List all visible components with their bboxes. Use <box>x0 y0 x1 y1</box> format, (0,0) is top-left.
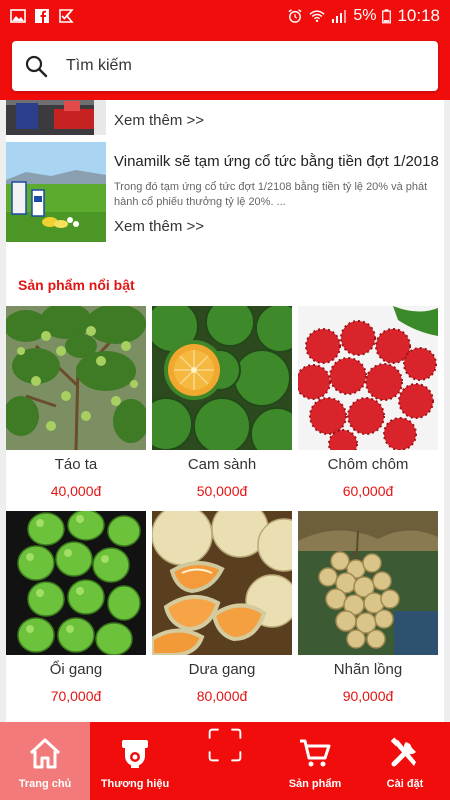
news-thumbnail[interactable] <box>6 100 106 135</box>
news-title[interactable]: Vinamilk sẽ tạm ứng cổ tức bằng tiền đợt… <box>114 153 442 170</box>
nav-label: Cài đặt <box>386 778 424 790</box>
product-name: Nhãn lồng <box>333 661 403 678</box>
product-price: 50,000đ <box>196 483 248 499</box>
product-name: Chôm chôm <box>327 456 409 473</box>
search-icon[interactable] <box>24 54 48 78</box>
news-description: Trong đó tạm ứng cổ tức đợt 1/2108 bằng … <box>114 181 428 208</box>
checkmark-notification-icon <box>59 9 74 23</box>
product-card[interactable]: Ổi gang 70,000đ <box>6 511 146 711</box>
cart-icon <box>300 739 331 767</box>
product-card[interactable]: Dưa gang 80,000đ <box>152 511 292 711</box>
status-left-icons <box>10 9 74 23</box>
bottom-navigation: Trang chủ Thương hiệu Sản phẩm Cài đặt <box>0 722 450 800</box>
nav-products[interactable]: Sản phẩm <box>270 722 360 800</box>
news-thumbnail[interactable] <box>6 142 106 242</box>
product-name: Ổi gang <box>49 661 103 678</box>
search-input[interactable] <box>66 57 386 75</box>
brand-camera-icon <box>122 740 148 768</box>
product-image[interactable] <box>298 306 438 450</box>
product-image[interactable] <box>6 306 146 450</box>
main-content[interactable]: Xem thêm >> Vinamilk sẽ tạm ứng cổ tức b… <box>0 100 450 722</box>
nav-scan[interactable] <box>180 722 270 800</box>
product-image[interactable] <box>298 511 438 655</box>
read-more-link[interactable]: Xem thêm >> <box>114 112 204 129</box>
news-item[interactable]: Vinamilk sẽ tạm ứng cổ tức bằng tiền đợt… <box>6 142 444 242</box>
product-name: Dưa gang <box>188 661 256 678</box>
product-card[interactable]: Nhãn lồng 90,000đ <box>298 511 438 711</box>
product-price: 80,000đ <box>196 688 248 704</box>
product-card[interactable]: Táo ta 40,000đ <box>6 306 146 506</box>
wifi-icon <box>309 10 325 23</box>
signal-icon <box>332 10 347 23</box>
product-card[interactable]: Cam sành 50,000đ <box>152 306 292 506</box>
product-price: 90,000đ <box>342 688 394 704</box>
image-icon <box>10 9 26 23</box>
facebook-icon <box>35 9 49 23</box>
news-item[interactable]: Xem thêm >> <box>6 100 444 135</box>
product-price: 60,000đ <box>342 483 394 499</box>
nav-home[interactable]: Trang chủ <box>0 722 90 800</box>
nav-brands[interactable]: Thương hiệu <box>90 722 180 800</box>
status-bar: 5% 10:18 <box>0 0 450 32</box>
nav-label: Trang chủ <box>18 778 72 790</box>
product-image[interactable] <box>152 306 292 450</box>
scan-icon <box>208 728 242 762</box>
nav-label: Thương hiệu <box>100 778 170 790</box>
product-image[interactable] <box>152 511 292 655</box>
clock: 10:18 <box>397 6 440 25</box>
product-card[interactable]: Chôm chôm 60,000đ <box>298 306 438 506</box>
alarm-icon <box>288 9 302 23</box>
product-name: Táo ta <box>54 456 98 473</box>
search-header <box>0 32 450 100</box>
product-name: Cam sành <box>187 456 257 473</box>
product-price: 40,000đ <box>50 483 102 499</box>
product-price: 70,000đ <box>50 688 102 704</box>
settings-tools-icon <box>390 737 416 767</box>
section-title: Sản phẩm nổi bật <box>18 277 135 293</box>
featured-products-section: Sản phẩm nổi bật Táo ta 40,000đ Cam sành… <box>6 263 444 722</box>
read-more-link[interactable]: Xem thêm >> <box>114 218 204 235</box>
home-icon <box>29 738 61 769</box>
status-right-icons: 5% 10:18 <box>287 6 440 26</box>
battery-percent: 5% <box>353 7 377 24</box>
nav-label: Sản phẩm <box>288 778 342 790</box>
search-bar[interactable] <box>12 41 438 91</box>
product-image[interactable] <box>6 511 146 655</box>
battery-icon <box>382 8 392 23</box>
nav-settings[interactable]: Cài đặt <box>360 722 450 800</box>
